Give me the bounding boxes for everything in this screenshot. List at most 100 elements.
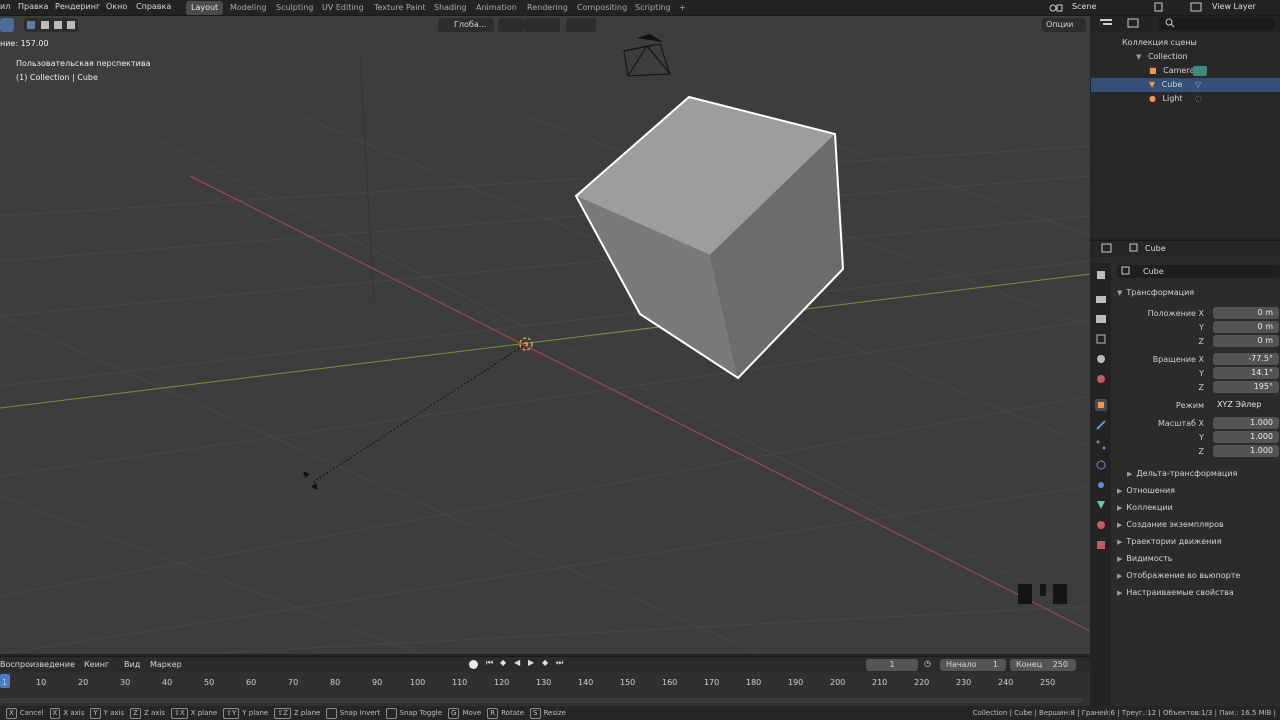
add-workspace-button[interactable]: + (674, 1, 691, 15)
visibility-panel[interactable]: ▶ Видимость (1111, 550, 1280, 567)
location-y-field[interactable]: 0 m (1213, 321, 1279, 333)
jump-end-icon[interactable]: ⏭ (556, 658, 563, 668)
menu-edit[interactable]: Правка (18, 2, 48, 11)
frame-tick: 240 (998, 678, 1014, 687)
constraints-tab-icon[interactable] (1095, 479, 1107, 491)
outliner-item-light[interactable]: ● Light ◌ (1091, 92, 1280, 106)
motion-paths-panel[interactable]: ▶ Траектории движения (1111, 533, 1280, 550)
new-scene-icon[interactable] (1154, 2, 1164, 14)
outliner-search-input[interactable] (1159, 18, 1275, 30)
outliner-scene-collection[interactable]: Коллекция сцены (1091, 36, 1280, 50)
tab-layout[interactable]: Layout (186, 1, 224, 15)
options-dropdown[interactable]: Опции (1042, 18, 1086, 32)
relations-panel[interactable]: ▶ Отношения (1111, 482, 1280, 499)
outliner-item-camera[interactable]: ■ Camera (1091, 64, 1280, 78)
view-menu[interactable]: Вид (124, 660, 140, 669)
instancing-panel[interactable]: ▶ Создание экземпляров (1111, 516, 1280, 533)
display-mode-icon[interactable] (1099, 18, 1113, 30)
material-tab-icon[interactable] (1095, 519, 1107, 531)
timeline-scrollbar[interactable] (0, 698, 1082, 703)
next-keyframe-icon[interactable]: ◆ (542, 658, 548, 667)
view-layer-name[interactable]: View Layer (1212, 2, 1256, 11)
search-icon (1165, 18, 1175, 30)
menu-file[interactable]: ил (0, 2, 10, 11)
location-z-field[interactable]: 0 m (1213, 335, 1279, 347)
view-layer-icon[interactable] (1190, 2, 1204, 14)
light-data-icon[interactable]: ◌ (1195, 92, 1202, 106)
delta-transform-subpanel[interactable]: ▶ Дельта-трансформация (1111, 465, 1280, 482)
menu-render[interactable]: Рендеринг (55, 2, 100, 11)
cube-object[interactable] (574, 95, 845, 380)
physics-tab-icon[interactable] (1095, 459, 1107, 471)
texture-tab-icon[interactable] (1095, 539, 1107, 551)
scale-y-field[interactable]: 1.000 (1213, 431, 1279, 443)
custom-properties-panel[interactable]: ▶ Настраиваемые свойства (1111, 584, 1280, 601)
rotation-y-field[interactable]: 14.1° (1213, 367, 1279, 379)
menu-window[interactable]: Окно (106, 2, 127, 11)
start-label: Начало (946, 660, 977, 669)
select-tool-icon[interactable] (0, 18, 14, 32)
proportional-edit-icon[interactable] (566, 18, 596, 32)
play-reverse-icon[interactable]: ◀ (514, 658, 520, 667)
outliner-item-collection[interactable]: ▼ Collection (1091, 50, 1280, 64)
menu-help[interactable]: Справка (136, 2, 171, 11)
rotation-z-field[interactable]: 195° (1213, 381, 1279, 393)
camera-object[interactable] (623, 34, 671, 77)
snap-toggle-icon[interactable] (524, 18, 560, 32)
pivot-point-icon[interactable] (498, 18, 524, 32)
tab-rendering[interactable]: Rendering (522, 1, 573, 15)
collections-panel[interactable]: ▶ Коллекции (1111, 499, 1280, 516)
end-frame-field[interactable]: Конец 250 (1010, 659, 1076, 671)
collapse-icon[interactable]: ▼ (1136, 50, 1141, 64)
tab-modeling[interactable]: Modeling (225, 1, 271, 15)
tool-tab-icon[interactable] (1095, 269, 1107, 281)
editor-type-icon[interactable] (1101, 243, 1113, 255)
axis-label: Z (1198, 383, 1204, 392)
outliner-item-cube[interactable]: ▼ Cube ▽ (1091, 78, 1280, 92)
object-name-field[interactable]: Cube (1117, 265, 1280, 278)
collection-info: (1) Collection | Cube (16, 73, 98, 82)
play-icon[interactable]: ▶ (528, 658, 534, 667)
tab-animation[interactable]: Animation (471, 1, 522, 15)
scale-x-field[interactable]: 1.000 (1213, 417, 1279, 429)
transform-panel-header[interactable]: ▼ Трансформация (1111, 284, 1280, 301)
rotation-x-field[interactable]: -77.5° (1213, 353, 1279, 365)
playback-menu[interactable]: Воспроизведение (0, 660, 75, 669)
mesh-icon: ▼ (1149, 80, 1156, 89)
prev-keyframe-icon[interactable]: ◆ (500, 658, 506, 667)
rotation-mode-dropdown[interactable]: XYZ Эйлер (1213, 399, 1279, 411)
record-button[interactable] (469, 660, 478, 669)
scene-icon[interactable] (1048, 2, 1066, 16)
marker-menu[interactable]: Маркер (150, 660, 182, 669)
keymap-hint: YY axis (84, 708, 124, 719)
data-tab-icon[interactable] (1095, 499, 1107, 511)
keying-menu[interactable]: Кеинг (84, 660, 109, 669)
3d-viewport[interactable]: Глоба... Опции ние: 157.00 Пользовательс… (0, 16, 1090, 654)
tab-uv-editing[interactable]: UV Editing (317, 1, 369, 15)
transform-panel-title: Трансформация (1126, 288, 1195, 297)
transform-guide-line (312, 343, 527, 483)
frame-tick: 120 (494, 678, 510, 687)
filter-icon[interactable] (1127, 18, 1141, 30)
tab-scripting[interactable]: Scripting (630, 1, 676, 15)
jump-start-icon[interactable]: ⏮ (486, 658, 493, 668)
current-frame-field[interactable]: 1 (866, 659, 918, 671)
clock-icon[interactable]: ◷ (924, 659, 931, 668)
tab-texture-paint[interactable]: Texture Paint (369, 1, 431, 15)
location-x-field[interactable]: 0 m (1213, 307, 1279, 319)
render-tab-icon[interactable] (1095, 293, 1107, 305)
selection-mode-buttons[interactable] (24, 18, 78, 32)
scale-z-field[interactable]: 1.000 (1213, 445, 1279, 457)
floor-grid (0, 95, 1090, 654)
tab-compositing[interactable]: Compositing (572, 1, 632, 15)
camera-data-icon[interactable] (1193, 66, 1207, 76)
scale-label: Масштаб X (1157, 419, 1204, 428)
mesh-data-icon[interactable]: ▽ (1195, 78, 1201, 92)
start-frame-field[interactable]: Начало 1 (940, 659, 1006, 671)
viewport-display-panel[interactable]: ▶ Отображение во вьюпорте (1111, 567, 1280, 584)
tab-sculpting[interactable]: Sculpting (271, 1, 318, 15)
transform-orientation-dropdown[interactable]: Глоба... (438, 18, 494, 32)
timeline-ruler[interactable]: 1 10 20 30 40 50 60 70 80 90 100 110 120… (0, 672, 1090, 706)
tab-shading[interactable]: Shading (429, 1, 472, 15)
scene-name[interactable]: Scene (1072, 2, 1096, 11)
